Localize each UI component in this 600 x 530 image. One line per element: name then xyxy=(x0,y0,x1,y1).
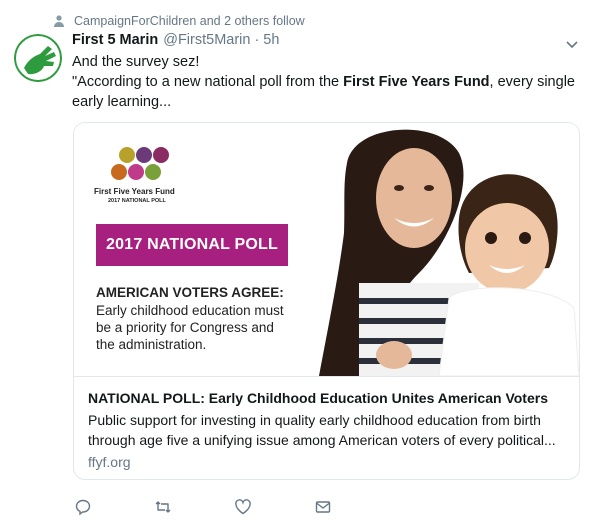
tweet-text-segment: "According to a new national poll from t… xyxy=(72,74,344,90)
card-domain[interactable]: ffyf.org xyxy=(88,454,131,470)
voters-text: Early childhood education must be a prio… xyxy=(96,302,306,353)
first5-logo-icon xyxy=(14,34,62,82)
tweet-line: "According to a new national poll from t… xyxy=(72,72,584,92)
poll-banner: 2017 NATIONAL POLL xyxy=(96,224,288,266)
person-icon xyxy=(52,14,66,28)
card-image[interactable]: First Five Years Fund 2017 NATIONAL POLL… xyxy=(74,123,579,376)
tweet-line: early learning... xyxy=(72,94,172,110)
separator-dot: · xyxy=(254,32,260,48)
mother-child-photo xyxy=(299,123,579,376)
author-username[interactable]: @First5Marin xyxy=(163,32,250,48)
author-name[interactable]: First 5 Marin xyxy=(72,32,158,48)
voters-heading: AMERICAN VOTERS AGREE: xyxy=(96,285,284,300)
reply-icon[interactable] xyxy=(72,496,94,518)
card-title[interactable]: NATIONAL POLL: Early Childhood Education… xyxy=(88,389,568,407)
logo-subtitle: 2017 NATIONAL POLL xyxy=(108,198,166,204)
tweet-text-segment: , every single xyxy=(489,74,575,90)
tweet[interactable]: CampaignForChildren and 2 others follow … xyxy=(0,0,600,530)
chevron-down-icon[interactable] xyxy=(564,36,580,52)
link-card[interactable]: First Five Years Fund 2017 NATIONAL POLL… xyxy=(73,122,580,480)
heart-icon[interactable] xyxy=(232,496,254,518)
card-description-line: through age five a unifying issue among … xyxy=(88,432,556,448)
social-context-text: CampaignForChildren and 2 others follow xyxy=(74,14,305,28)
retweet-icon[interactable] xyxy=(152,496,174,518)
social-context[interactable]: CampaignForChildren and 2 others follow xyxy=(52,12,305,30)
logo-name: First Five Years Fund xyxy=(94,187,175,196)
tweet-text: And the survey sez! "According to a new … xyxy=(72,52,584,112)
card-description-line: Public support for investing in quality … xyxy=(88,412,541,428)
voters-text-line: Early childhood education must xyxy=(96,303,284,318)
tweet-line: And the survey sez! xyxy=(72,54,200,70)
tweet-timestamp[interactable]: 5h xyxy=(263,32,279,48)
card-description: Public support for investing in quality … xyxy=(88,410,568,450)
avatar[interactable] xyxy=(14,34,62,82)
envelope-icon[interactable] xyxy=(312,496,334,518)
card-body[interactable]: NATIONAL POLL: Early Childhood Education… xyxy=(74,376,579,479)
tweet-header: First 5 Marin @First5Marin · 5h xyxy=(72,32,279,52)
voters-text-line: be a priority for Congress and xyxy=(96,320,274,335)
tweet-bold-mention: First Five Years Fund xyxy=(343,74,490,90)
voters-text-line: the administration. xyxy=(96,337,207,352)
tweet-actions xyxy=(72,496,392,518)
